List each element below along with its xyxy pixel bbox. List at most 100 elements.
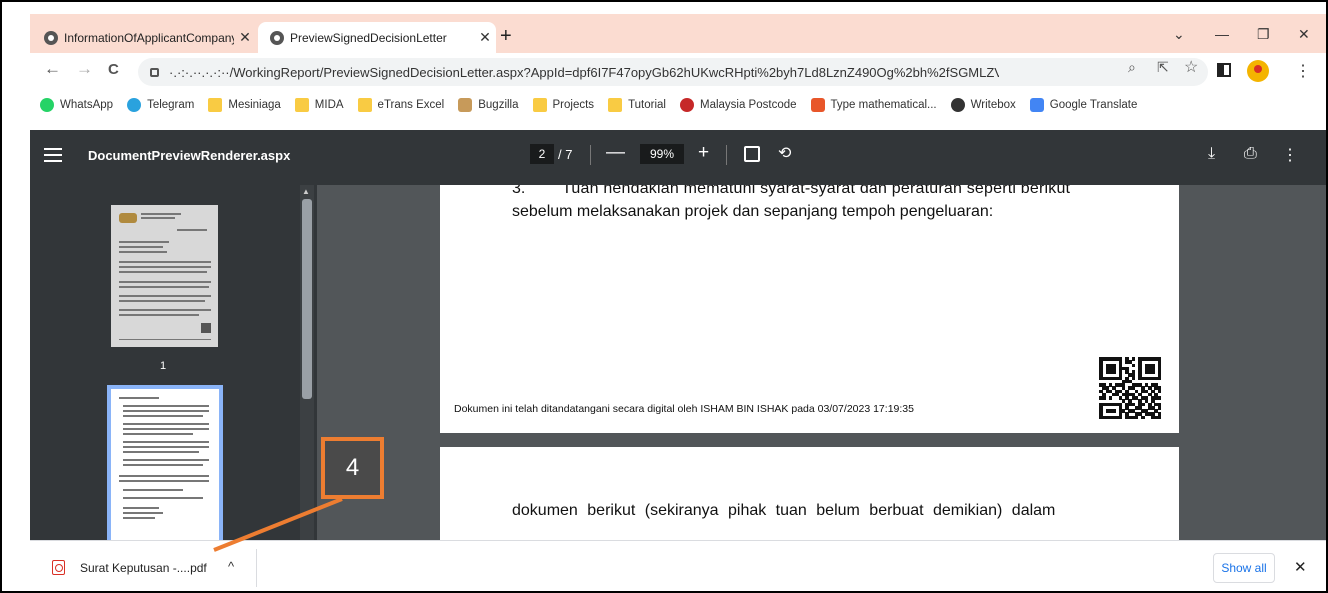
bookmark-favicon-icon — [810, 97, 825, 112]
scroll-up-arrow-icon[interactable]: ▲ — [302, 187, 310, 196]
restore-button[interactable]: ❐ — [1257, 26, 1270, 43]
download-item[interactable]: Surat Keputusan -....pdf — [80, 561, 207, 575]
more-actions-icon[interactable]: ⋮ — [1282, 145, 1298, 165]
bookmark-label: Tutorial — [628, 98, 666, 111]
zoom-in-button[interactable]: + — [698, 142, 709, 164]
bookmark-label: Bugzilla — [478, 98, 519, 111]
bookmark-favicon-icon — [40, 97, 54, 112]
bookmark-item[interactable]: Mesiniaga — [208, 97, 281, 112]
bookmark-label: Google Translate — [1049, 98, 1138, 111]
bookmark-item[interactable]: Writebox — [950, 97, 1016, 112]
pdf-file-icon — [52, 560, 65, 575]
close-tab-icon[interactable]: ✕ — [234, 29, 256, 46]
close-tab-icon[interactable]: ✕ — [474, 29, 496, 46]
page-total: / 7 — [558, 147, 573, 162]
bookmark-item[interactable]: MIDA — [294, 97, 344, 112]
minimize-button[interactable]: — — [1215, 26, 1229, 42]
bookmark-label: Writebox — [970, 98, 1016, 111]
bookmark-label: MIDA — [314, 98, 344, 111]
show-all-button[interactable]: Show all — [1213, 553, 1275, 583]
close-window-button[interactable]: ✕ — [1298, 26, 1310, 43]
bookmark-item[interactable]: Telegram — [127, 97, 195, 112]
lock-icon[interactable] — [150, 67, 159, 77]
close-shelf-icon[interactable]: ✕ — [1294, 558, 1307, 576]
paragraph-line: sebelum melaksanakan projek dan sepanjan… — [512, 203, 994, 220]
folder-icon — [208, 97, 223, 112]
bookmarks-bar: WhatsApp Telegram Mesiniaga MIDA eTrans Exce… — [30, 91, 1326, 118]
globe-icon — [270, 30, 284, 45]
bookmark-favicon-icon — [127, 97, 142, 112]
bookmark-label: Type mathematical... — [830, 98, 937, 111]
menu-icon[interactable] — [44, 148, 62, 162]
zoom-input[interactable]: 99% — [640, 144, 684, 164]
profile-avatar[interactable] — [1247, 60, 1269, 82]
bookmark-label: eTrans Excel — [377, 98, 445, 111]
tab-label: PreviewSignedDecisionLetter — [290, 30, 447, 45]
bookmark-item[interactable]: Bugzilla — [458, 97, 519, 112]
fit-page-icon[interactable] — [744, 146, 760, 162]
browser-menu-icon[interactable]: ⋮ — [1295, 61, 1311, 81]
download-shelf: Surat Keputusan -....pdf ^ Show all ✕ — [30, 540, 1326, 591]
paragraph-line: dokumen berikut (sekiranya pihak tuan be… — [512, 502, 1056, 519]
toolbar-divider — [726, 145, 727, 165]
page-number-input[interactable]: 2 — [530, 144, 554, 164]
pdf-toolbar: DocumentPreviewRenderer.aspx 2 / 7 — 99%… — [30, 130, 1326, 185]
tab-information-of-applicant-company[interactable]: InformationOfApplicantCompany ✕ — [32, 22, 256, 53]
browser-window: InformationOfApplicantCompany ✕ PreviewS… — [30, 14, 1326, 591]
folder-icon — [294, 97, 309, 112]
rotate-icon[interactable]: ⟲ — [778, 143, 791, 163]
zoom-icon[interactable]: ⌕ — [1128, 59, 1136, 76]
download-icon[interactable]: ⤓ — [1208, 145, 1215, 163]
paragraph-line: Tuan hendaklah mematuhi syarat-syarat da… — [562, 185, 1071, 197]
pdf-viewer: 1 ▲ 3. Tuan hendaklah mematuhi syarat-sy… — [30, 185, 1326, 540]
zoom-out-button[interactable]: — — [606, 142, 625, 164]
print-icon[interactable]: ⎙ — [1244, 145, 1257, 163]
folder-icon — [608, 97, 623, 112]
url-text[interactable]: ·.·:·.··.·.·:··/WorkingReport/PreviewSig… — [169, 65, 999, 80]
bookmark-favicon-icon — [458, 97, 473, 112]
share-icon[interactable]: ⇱ — [1157, 59, 1169, 76]
thumbnail-content — [111, 389, 219, 540]
bookmark-label: Malaysia Postcode — [699, 98, 797, 111]
back-button[interactable]: ← — [44, 59, 61, 79]
thumbnail-page-number: 1 — [160, 360, 167, 372]
bookmark-item[interactable]: Tutorial — [608, 97, 666, 112]
bookmark-star-icon[interactable]: ☆ — [1184, 57, 1198, 77]
reload-button[interactable]: C — [108, 61, 119, 78]
bookmark-item[interactable]: Malaysia Postcode — [679, 97, 797, 112]
globe-icon — [44, 30, 58, 45]
shelf-divider — [256, 549, 257, 587]
bookmark-label: Telegram — [147, 98, 195, 111]
address-bar[interactable]: ·.·:·.··.·.·:··/WorkingReport/PreviewSig… — [138, 58, 1208, 86]
folder-icon — [357, 97, 372, 112]
bookmark-item[interactable]: Type mathematical... — [810, 97, 937, 112]
bookmark-item[interactable]: WhatsApp — [40, 97, 114, 112]
side-panel-icon[interactable] — [1217, 63, 1231, 77]
tab-strip: InformationOfApplicantCompany ✕ PreviewS… — [30, 14, 1326, 53]
toolbar-divider — [590, 145, 591, 165]
bookmark-item[interactable]: Projects — [532, 97, 595, 112]
tab-label: InformationOfApplicantCompany — [64, 30, 234, 45]
bookmark-label: WhatsApp — [60, 98, 114, 111]
browser-toolbar: ← → C ·.·:·.··.·.·:··/WorkingReport/Prev… — [30, 53, 1326, 91]
step-callout: 4 — [321, 437, 384, 499]
signature-footer: Dokumen ini telah ditandatangani secara … — [454, 403, 914, 415]
bookmark-favicon-icon — [1029, 97, 1044, 112]
bookmark-item[interactable]: eTrans Excel — [357, 97, 445, 112]
tab-preview-signed-decision-letter[interactable]: PreviewSignedDecisionLetter ✕ — [258, 22, 496, 53]
bookmark-label: Projects — [552, 98, 595, 111]
new-tab-button[interactable]: + — [500, 25, 512, 48]
page-thumbnail-2[interactable] — [107, 385, 223, 540]
tab-search-icon[interactable]: ⌄ — [1173, 26, 1185, 43]
download-options-icon[interactable]: ^ — [228, 559, 234, 574]
forward-button[interactable]: → — [76, 59, 93, 79]
sidebar-scrollbar-thumb[interactable] — [302, 199, 312, 399]
bookmark-favicon-icon — [679, 97, 694, 112]
bookmark-label: Mesiniaga — [228, 98, 281, 111]
screenshot-frame: InformationOfApplicantCompany ✕ PreviewS… — [0, 0, 1328, 593]
page-thumbnail-1[interactable] — [111, 205, 218, 347]
item-number: 3. — [512, 185, 526, 197]
bookmark-item[interactable]: Google Translate — [1029, 97, 1138, 112]
qr-code — [1099, 357, 1162, 420]
pdf-page-1: 3. Tuan hendaklah mematuhi syarat-syarat… — [440, 185, 1179, 433]
